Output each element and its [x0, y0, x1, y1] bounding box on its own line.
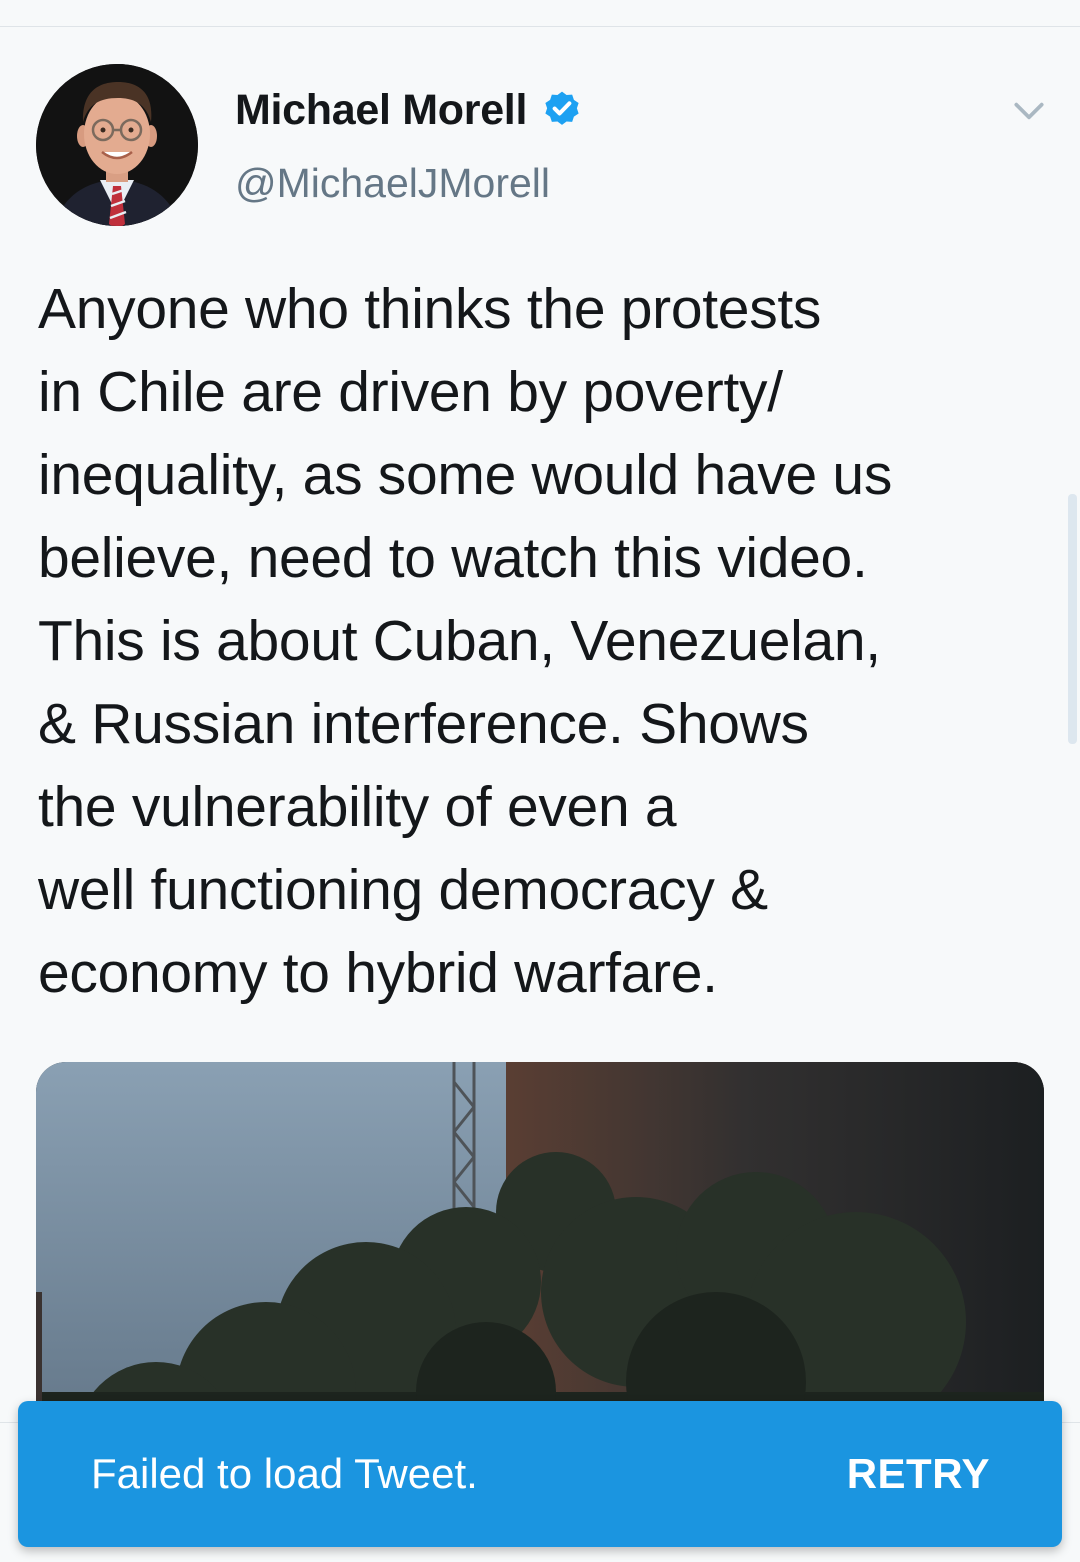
tweet-text-line: & Russian interference. Shows: [38, 692, 809, 756]
tweet-text-line: well functioning democracy &: [38, 858, 768, 922]
scroll-indicator[interactable]: [1068, 494, 1077, 744]
chevron-down-icon[interactable]: [1010, 92, 1048, 130]
tweet-text-line: inequality, as some would have us: [38, 443, 893, 507]
author-display-name[interactable]: Michael Morell: [235, 86, 527, 135]
snackbar-message: Failed to load Tweet.: [91, 1450, 478, 1497]
tweet-text-line: believe, need to watch this video.: [38, 526, 868, 590]
avatar-image: [36, 64, 198, 226]
author-name-row[interactable]: Michael Morell: [235, 84, 583, 136]
verified-badge-icon: [541, 89, 583, 131]
tweet-text: Anyone who thinks the protests in Chile …: [38, 268, 1048, 1015]
retry-button[interactable]: RETRY: [847, 1450, 990, 1498]
tweet-text-line: the vulnerability of even a: [38, 775, 677, 839]
error-snackbar: Failed to load Tweet. RETRY: [18, 1401, 1062, 1547]
tweet-text-line: Anyone who thinks the protests: [38, 277, 822, 341]
avatar[interactable]: [36, 64, 198, 226]
tweet-text-line: in Chile are driven by poverty/: [38, 360, 783, 424]
top-divider: [0, 26, 1080, 27]
author-handle[interactable]: @MichaelJMorell: [235, 160, 550, 207]
tweet-text-line: This is about Cuban, Venezuelan,: [38, 609, 881, 673]
tweet-text-line: economy to hybrid warfare.: [38, 941, 718, 1005]
